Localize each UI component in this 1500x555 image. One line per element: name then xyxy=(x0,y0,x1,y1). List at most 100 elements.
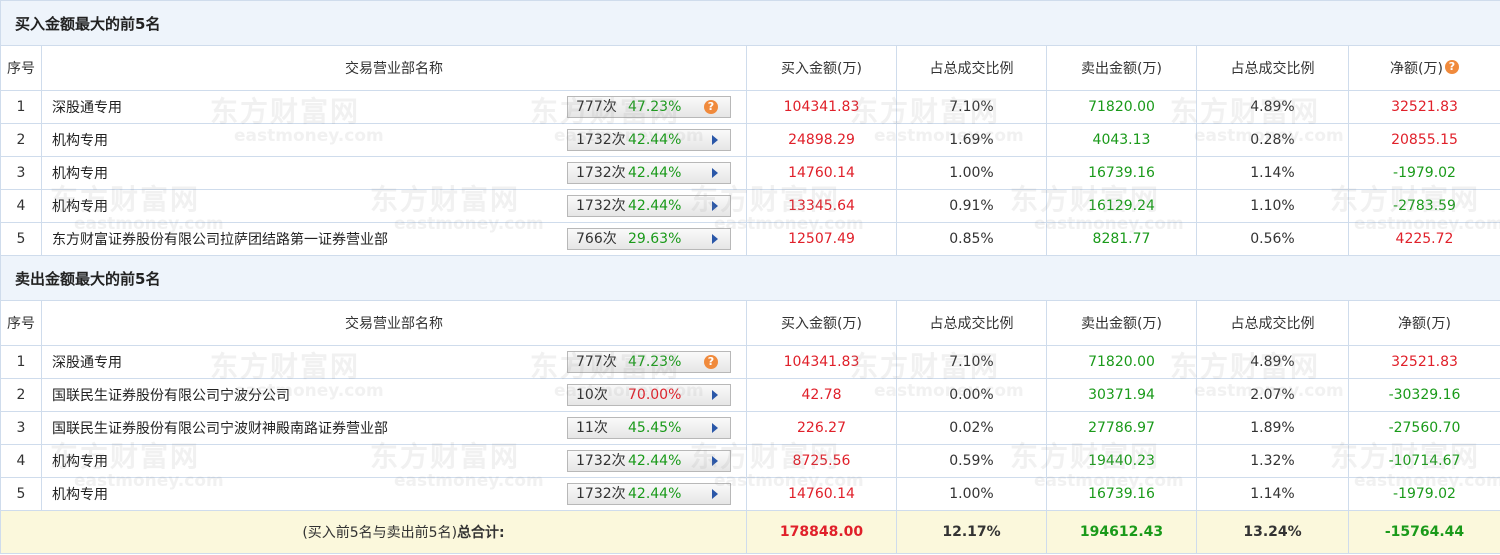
branch-stats-box[interactable]: 777次 47.23%? xyxy=(567,351,731,373)
total-row: (买入前5名与卖出前5名)总合计: 178848.00 12.17% 194612.4… xyxy=(0,510,1500,554)
branch-name-link[interactable]: 深股通专用 xyxy=(52,97,122,117)
row-index: 2 xyxy=(0,123,42,157)
help-icon[interactable]: ? xyxy=(704,100,718,114)
total-label-prefix: (买入前5名与卖出前5名) xyxy=(302,525,458,541)
listing-count: 1732次 xyxy=(576,165,626,181)
branch-stats-box[interactable]: 1732次 42.44% xyxy=(567,483,731,505)
buy-ratio: 1.00% xyxy=(949,165,994,181)
total-sell-cell: 194612.43 xyxy=(1046,510,1197,554)
buy-ratio: 0.00% xyxy=(949,387,994,403)
total-label: (买入前5名与卖出前5名)总合计: xyxy=(0,510,747,554)
sell-amount: 71820.00 xyxy=(1088,354,1155,370)
buy-amount: 226.27 xyxy=(797,420,846,436)
branch-name-link[interactable]: 深股通专用 xyxy=(52,352,122,372)
column-header: 买入金额(万) xyxy=(746,45,897,91)
sell-amount: 71820.00 xyxy=(1088,99,1155,115)
branch-name-cell: 国联民生证券股份有限公司宁波分公司 10次 70.00% xyxy=(41,378,747,412)
branch-stats-box[interactable]: 1732次 42.44% xyxy=(567,195,731,217)
buy-amount: 42.78 xyxy=(801,387,842,403)
column-header: 序号 xyxy=(0,300,42,346)
total-sell: 194612.43 xyxy=(1079,524,1164,540)
branch-stats-box[interactable]: 1732次 42.44% xyxy=(567,129,731,151)
row-index: 5 xyxy=(0,477,42,511)
net-amount: -1979.02 xyxy=(1393,165,1456,181)
help-icon[interactable]: ? xyxy=(1444,60,1459,74)
buy-amount-cell: 8725.56 xyxy=(746,444,897,478)
total-sell-ratio: 13.24% xyxy=(1243,524,1302,540)
net-amount: -10714.67 xyxy=(1388,453,1461,469)
column-header: 卖出金额(万) xyxy=(1046,45,1197,91)
branch-stats-box[interactable]: 766次 29.63% xyxy=(567,228,731,250)
branch-name-link[interactable]: 机构专用 xyxy=(52,196,108,216)
branch-stats-box[interactable]: 10次 70.00% xyxy=(567,384,731,406)
sell-ratio: 1.32% xyxy=(1250,453,1295,469)
row-index: 5 xyxy=(0,222,42,256)
column-header: 序号 xyxy=(0,45,42,91)
sell-ratio: 1.89% xyxy=(1250,420,1295,436)
sell-ratio: 4.89% xyxy=(1250,354,1295,370)
branch-name-link[interactable]: 机构专用 xyxy=(52,451,108,471)
expand-arrow-icon[interactable] xyxy=(712,168,718,178)
expand-arrow-icon[interactable] xyxy=(712,390,718,400)
win-rate: 47.23% xyxy=(628,354,682,370)
column-header: 买入金额(万) xyxy=(746,300,897,346)
expand-arrow-icon[interactable] xyxy=(712,201,718,211)
sell-ratio: 0.56% xyxy=(1250,231,1295,247)
sell-amount-cell: 16739.16 xyxy=(1046,156,1197,190)
sell-amount-cell: 19440.23 xyxy=(1046,444,1197,478)
buy-ratio-cell: 0.00% xyxy=(896,378,1047,412)
sell-ratio-cell: 0.56% xyxy=(1196,222,1349,256)
win-rate: 45.45% xyxy=(628,420,682,436)
branch-name-cell: 机构专用 1732次 42.44% xyxy=(41,156,747,190)
column-header: 卖出金额(万) xyxy=(1046,300,1197,346)
sell-ratio: 4.89% xyxy=(1250,99,1295,115)
buy-amount-cell: 12507.49 xyxy=(746,222,897,256)
branch-name-link[interactable]: 国联民生证券股份有限公司宁波财神殿南路证券营业部 xyxy=(52,418,388,438)
sell-ratio-cell: 1.89% xyxy=(1196,411,1349,445)
listing-count: 777次 xyxy=(576,99,617,115)
total-buy-cell: 178848.00 xyxy=(746,510,897,554)
column-header-text: 占总成交比例 xyxy=(929,61,1014,77)
net-amount-cell: -10714.67 xyxy=(1348,444,1500,478)
branch-name-link[interactable]: 机构专用 xyxy=(52,484,108,504)
sell-ratio: 2.07% xyxy=(1250,387,1295,403)
win-rate: 42.44% xyxy=(628,453,682,469)
branch-stats-box[interactable]: 1732次 42.44% xyxy=(567,162,731,184)
branch-name-link[interactable]: 东方财富证券股份有限公司拉萨团结路第一证券营业部 xyxy=(52,229,388,249)
row-index-text: 1 xyxy=(16,99,26,115)
expand-arrow-icon[interactable] xyxy=(712,135,718,145)
expand-arrow-icon[interactable] xyxy=(712,234,718,244)
table-row: 5 东方财富证券股份有限公司拉萨团结路第一证券营业部 766次 29.63% 12507… xyxy=(0,222,1500,256)
listing-count: 777次 xyxy=(576,354,617,370)
sell-ratio: 1.14% xyxy=(1250,165,1295,181)
buy-ratio: 0.91% xyxy=(949,198,994,214)
branch-stats-box[interactable]: 11次 45.45% xyxy=(567,417,731,439)
buy-ratio: 0.59% xyxy=(949,453,994,469)
column-header: 占总成交比例 xyxy=(1196,45,1349,91)
sell-amount-cell: 16129.24 xyxy=(1046,189,1197,223)
sell-amount: 19440.23 xyxy=(1088,453,1155,469)
branch-stats-box[interactable]: 777次 47.23%? xyxy=(567,96,731,118)
branch-name-link[interactable]: 国联民生证券股份有限公司宁波分公司 xyxy=(52,385,290,405)
net-amount-cell: -2783.59 xyxy=(1348,189,1500,223)
expand-arrow-icon[interactable] xyxy=(712,423,718,433)
branch-stats-box[interactable]: 1732次 42.44% xyxy=(567,450,731,472)
sell-amount-cell: 8281.77 xyxy=(1046,222,1197,256)
expand-arrow-icon[interactable] xyxy=(712,489,718,499)
net-amount-cell: 32521.83 xyxy=(1348,90,1500,124)
net-amount: 20855.15 xyxy=(1391,132,1458,148)
total-buy-ratio: 12.17% xyxy=(942,524,1001,540)
help-icon[interactable]: ? xyxy=(704,355,718,369)
column-header: 交易营业部名称 xyxy=(41,300,747,346)
sell-amount: 4043.13 xyxy=(1092,132,1151,148)
buy-amount-cell: 24898.29 xyxy=(746,123,897,157)
branch-name-cell: 机构专用 1732次 42.44% xyxy=(41,189,747,223)
buy-amount: 14760.14 xyxy=(788,486,855,502)
branch-name-cell: 深股通专用 777次 47.23%? xyxy=(41,90,747,124)
section-title: 卖出金额最大的前5名 xyxy=(0,255,1500,301)
expand-arrow-icon[interactable] xyxy=(712,456,718,466)
column-header: 净额(万)? xyxy=(1348,45,1500,91)
buy-ratio-cell: 0.59% xyxy=(896,444,1047,478)
branch-name-link[interactable]: 机构专用 xyxy=(52,163,108,183)
branch-name-link[interactable]: 机构专用 xyxy=(52,130,108,150)
